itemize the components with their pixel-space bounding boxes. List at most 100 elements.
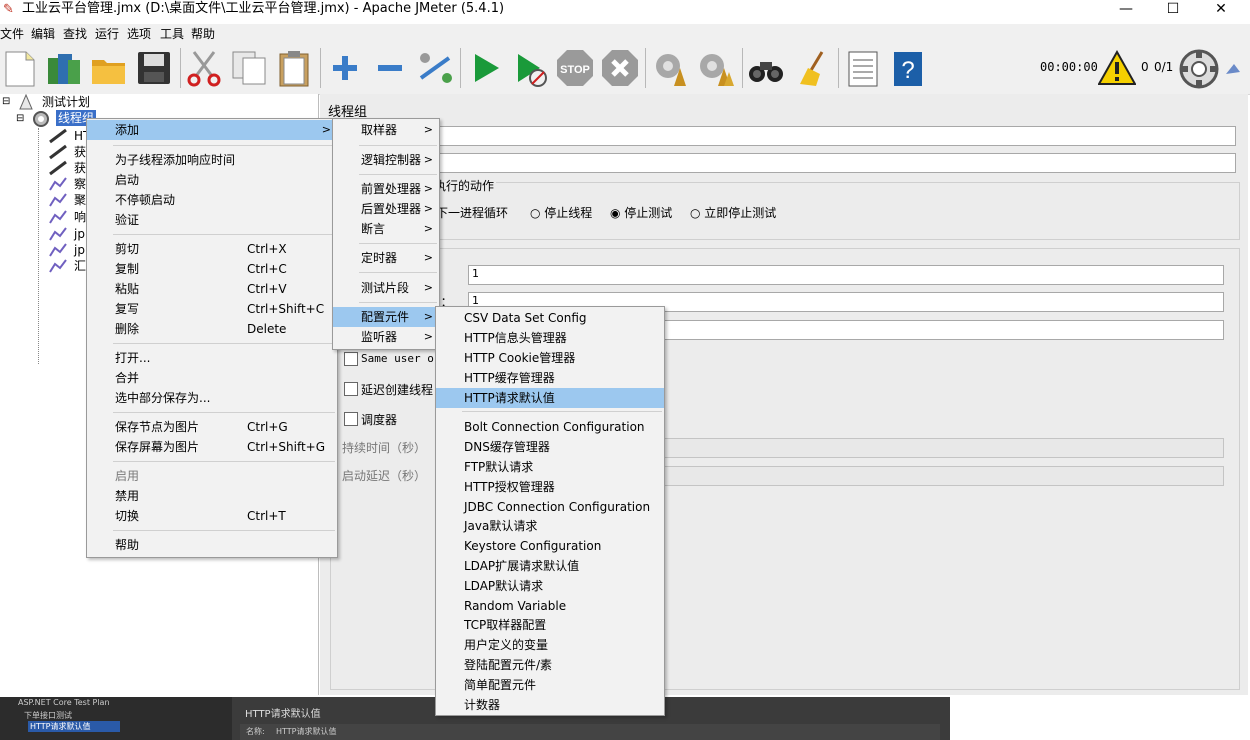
submenu-item-config-element[interactable]: 配置元件 >	[333, 307, 439, 327]
config-item-java-defaults[interactable]: Java默认请求	[436, 516, 664, 536]
tree-node-child[interactable]: jp	[74, 242, 85, 258]
minimize-button[interactable]: —	[1103, 0, 1149, 18]
copy-icon[interactable]	[229, 48, 269, 88]
config-item-tcp-sampler-config[interactable]: TCP取样器配置	[436, 615, 664, 635]
menu-item-toggle[interactable]: 切换 Ctrl+T	[87, 506, 337, 526]
menu-edit[interactable]: 编辑	[31, 24, 55, 44]
submenu-item-timer[interactable]: 定时器 >	[333, 248, 439, 268]
save-icon[interactable]	[134, 48, 174, 88]
config-item-simple-config[interactable]: 简单配置元件	[436, 675, 664, 695]
maximize-button[interactable]: ☐	[1150, 0, 1196, 18]
name-field[interactable]	[430, 126, 1236, 146]
config-item-auth-manager[interactable]: HTTP授权管理器	[436, 477, 664, 497]
config-item-random-variable[interactable]: Random Variable	[436, 596, 664, 616]
submenu-item-test-fragment[interactable]: 测试片段 >	[333, 278, 439, 298]
clear-icon[interactable]	[650, 48, 690, 88]
delay-thread-checkbox[interactable]	[344, 382, 358, 396]
log-viewer-icon[interactable]	[1224, 60, 1242, 78]
menu-item-save-screen-image[interactable]: 保存屏幕为图片 Ctrl+Shift+G	[87, 437, 337, 457]
same-user-checkbox[interactable]	[344, 352, 358, 366]
reset-search-icon[interactable]	[792, 48, 832, 88]
help-icon[interactable]: ?	[888, 48, 928, 88]
warning-icon[interactable]	[1097, 49, 1137, 86]
function-helper-icon[interactable]	[843, 48, 883, 88]
cut-icon[interactable]	[184, 48, 224, 88]
config-item-counter[interactable]: 计数器	[436, 695, 664, 715]
submenu-item-assertion[interactable]: 断言 >	[333, 219, 439, 239]
config-item-ldap-ext-defaults[interactable]: LDAP扩展请求默认值	[436, 556, 664, 576]
radio-stop-test[interactable]: ◉ 停止测试	[610, 204, 672, 221]
tree-node-child[interactable]: 获	[74, 144, 86, 160]
start-icon[interactable]	[465, 48, 505, 88]
menu-item-add-response-time[interactable]: 为子线程添加响应时间	[87, 150, 337, 170]
tree-node-test-plan[interactable]: 测试计划	[42, 94, 90, 110]
submenu-item-post-processor[interactable]: 后置处理器 >	[333, 199, 439, 219]
submenu-item-sampler[interactable]: 取样器 >	[333, 120, 439, 140]
config-item-cache-manager[interactable]: HTTP缓存管理器	[436, 368, 664, 388]
config-item-ldap-defaults[interactable]: LDAP默认请求	[436, 576, 664, 596]
tree-node-child[interactable]: 汇	[74, 258, 86, 274]
menu-item-start-no-pauses[interactable]: 不停顿启动	[87, 190, 337, 210]
tree-node-child[interactable]: 察	[74, 176, 86, 192]
remote-engines-icon[interactable]	[1178, 48, 1220, 90]
menu-item-start[interactable]: 启动	[87, 170, 337, 190]
config-item-csv-data-set[interactable]: CSV Data Set Config	[436, 308, 664, 328]
radio-next-loop-label[interactable]: 下一进程循环	[436, 204, 508, 221]
menu-item-cut[interactable]: 剪切 Ctrl+X	[87, 239, 337, 259]
config-item-ftp-defaults[interactable]: FTP默认请求	[436, 457, 664, 477]
config-item-header-manager[interactable]: HTTP信息头管理器	[436, 328, 664, 348]
collapse-root-icon[interactable]: ⊟	[2, 94, 10, 110]
tree-node-child[interactable]: 响	[74, 209, 86, 225]
clear-all-icon[interactable]	[696, 48, 736, 88]
new-icon[interactable]	[0, 48, 40, 88]
close-button[interactable]: ✕	[1198, 0, 1244, 18]
thread-count-field[interactable]: 1	[468, 265, 1224, 285]
menu-item-add[interactable]: 添加 >	[87, 120, 337, 140]
submenu-item-pre-processor[interactable]: 前置处理器 >	[333, 179, 439, 199]
menu-item-open[interactable]: 打开...	[87, 348, 337, 368]
tree-node-child[interactable]: 获	[74, 160, 86, 176]
toggle-icon[interactable]	[415, 48, 455, 88]
menu-item-validate[interactable]: 验证	[87, 210, 337, 230]
paste-icon[interactable]	[274, 48, 314, 88]
menu-item-copy[interactable]: 复制 Ctrl+C	[87, 259, 337, 279]
search-icon[interactable]	[746, 48, 786, 88]
config-item-jdbc-connection[interactable]: JDBC Connection Configuration	[436, 497, 664, 517]
templates-icon[interactable]	[44, 48, 84, 88]
comment-field[interactable]	[430, 153, 1236, 173]
menu-item-disable[interactable]: 禁用	[87, 486, 337, 506]
radio-stop-thread[interactable]: ○ 停止线程	[530, 204, 592, 221]
start-no-pause-icon[interactable]	[510, 48, 550, 88]
radio-stop-test-now[interactable]: ○ 立即停止测试	[690, 204, 776, 221]
menu-item-merge[interactable]: 合并	[87, 368, 337, 388]
config-item-keystore[interactable]: Keystore Configuration	[436, 536, 664, 556]
collapse-icon[interactable]	[370, 48, 410, 88]
config-item-user-defined-variables[interactable]: 用户定义的变量	[436, 635, 664, 655]
config-item-dns-cache[interactable]: DNS缓存管理器	[436, 437, 664, 457]
submenu-item-logic-controller[interactable]: 逻辑控制器 >	[333, 150, 439, 170]
menu-help[interactable]: 帮助	[191, 24, 215, 44]
config-item-cookie-manager[interactable]: HTTP Cookie管理器	[436, 348, 664, 368]
menu-item-paste[interactable]: 粘贴 Ctrl+V	[87, 279, 337, 299]
expand-icon[interactable]	[325, 48, 365, 88]
menu-item-help[interactable]: 帮助	[87, 535, 337, 555]
tree-node-child[interactable]: jp	[74, 226, 85, 242]
menu-file[interactable]: 文件	[0, 24, 24, 44]
submenu-item-listener[interactable]: 监听器 >	[333, 327, 439, 347]
menu-run[interactable]: 运行	[95, 24, 119, 44]
menu-item-save-node-image[interactable]: 保存节点为图片 Ctrl+G	[87, 417, 337, 437]
tree-node-child[interactable]: 聚	[74, 192, 86, 208]
collapse-thread-group-icon[interactable]: ⊟	[16, 111, 24, 127]
config-item-http-request-defaults[interactable]: HTTP请求默认值	[436, 388, 664, 408]
scheduler-checkbox[interactable]	[344, 412, 358, 426]
config-item-login-config[interactable]: 登陆配置元件/素	[436, 655, 664, 675]
menu-search[interactable]: 查找	[63, 24, 87, 44]
open-icon[interactable]	[89, 48, 129, 88]
menu-item-save-selection-as[interactable]: 选中部分保存为...	[87, 388, 337, 408]
config-item-bolt-connection[interactable]: Bolt Connection Configuration	[436, 417, 664, 437]
shutdown-icon[interactable]	[600, 48, 640, 88]
menu-item-duplicate[interactable]: 复写 Ctrl+Shift+C	[87, 299, 337, 319]
menu-tools[interactable]: 工具	[160, 24, 184, 44]
menu-item-delete[interactable]: 删除 Delete	[87, 319, 337, 339]
stop-icon[interactable]: STOP	[555, 48, 595, 88]
